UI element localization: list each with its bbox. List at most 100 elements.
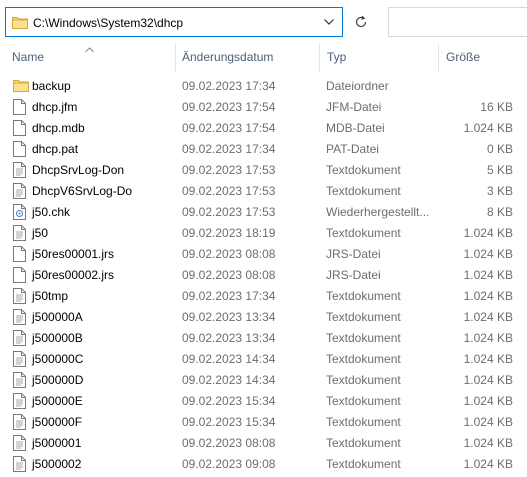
- file-date: 09.02.2023 14:34: [182, 373, 276, 387]
- text-file-icon: [13, 393, 26, 409]
- file-name[interactable]: j5000002: [32, 454, 81, 475]
- file-name[interactable]: j50res00001.jrs: [32, 244, 114, 265]
- file-row[interactable]: dhcp.jfm 09.02.2023 17:54 JFM-Datei 16 KB: [0, 97, 527, 118]
- file-date: 09.02.2023 17:53: [182, 184, 276, 198]
- file-name[interactable]: dhcp.jfm: [32, 97, 77, 118]
- file-date: 09.02.2023 08:08: [182, 268, 276, 282]
- file-date: 09.02.2023 17:34: [182, 142, 276, 156]
- file-name[interactable]: j50tmp: [32, 286, 68, 307]
- file-type: Textdokument: [326, 457, 401, 471]
- file-row[interactable]: j5000002 09.02.2023 09:08 Textdokument 1.02…: [0, 454, 527, 475]
- file-name[interactable]: j500000B: [32, 328, 83, 349]
- file-row[interactable]: backup 09.02.2023 17:34 Dateiordner: [0, 76, 527, 97]
- file-row[interactable]: j50 09.02.2023 18:19 Textdokument 1.024 KB: [0, 223, 527, 244]
- file-type: Textdokument: [326, 352, 401, 366]
- file-type: Textdokument: [326, 184, 401, 198]
- file-row[interactable]: j50res00002.jrs 09.02.2023 08:08 JRS-Datei…: [0, 265, 527, 286]
- file-type: Textdokument: [326, 373, 401, 387]
- text-file-icon: [13, 288, 26, 304]
- address-bar[interactable]: C:\Windows\System32\dhcp: [5, 7, 343, 37]
- file-name[interactable]: j50res00002.jrs: [32, 265, 114, 286]
- file-row[interactable]: DhcpV6SrvLog-Do 09.02.2023 17:53 Textdokum…: [0, 181, 527, 202]
- file-type: Wiederhergestellt...: [326, 205, 430, 219]
- file-icon: [13, 120, 26, 136]
- text-file-icon: [13, 162, 26, 178]
- column-name[interactable]: Name: [12, 42, 44, 73]
- file-row[interactable]: dhcp.mdb 09.02.2023 17:54 MDB-Datei 1.024 K…: [0, 118, 527, 139]
- file-size: 5 KB: [486, 163, 513, 177]
- file-name[interactable]: DhcpSrvLog-Don: [32, 160, 124, 181]
- file-name[interactable]: j50.chk: [32, 202, 70, 223]
- address-dropdown-button[interactable]: [316, 8, 342, 36]
- column-type[interactable]: Typ: [327, 42, 346, 73]
- file-row[interactable]: j500000E 09.02.2023 15:34 Textdokument 1.02…: [0, 391, 527, 412]
- column-divider[interactable]: [438, 44, 439, 71]
- file-type: Textdokument: [326, 226, 401, 240]
- column-header: Name Änderungsdatum Typ Größe: [0, 42, 527, 73]
- file-name[interactable]: dhcp.mdb: [32, 118, 85, 139]
- file-name[interactable]: DhcpV6SrvLog-Do: [32, 181, 132, 202]
- file-row[interactable]: DhcpSrvLog-Don 09.02.2023 17:53 Textdokume…: [0, 160, 527, 181]
- file-date: 09.02.2023 08:08: [182, 436, 276, 450]
- file-name[interactable]: dhcp.pat: [32, 139, 78, 160]
- file-date: 09.02.2023 17:34: [182, 79, 276, 93]
- file-type: Textdokument: [326, 436, 401, 450]
- column-divider[interactable]: [175, 44, 176, 71]
- file-row[interactable]: dhcp.pat 09.02.2023 17:34 PAT-Datei 0 KB: [0, 139, 527, 160]
- address-path[interactable]: C:\Windows\System32\dhcp: [33, 16, 183, 30]
- file-row[interactable]: j50.chk 09.02.2023 17:53 Wiederhergestellt…: [0, 202, 527, 223]
- file-size: 1.024 KB: [463, 352, 513, 366]
- text-file-icon: [13, 456, 26, 472]
- file-name[interactable]: j500000E: [32, 391, 83, 412]
- file-name[interactable]: j50: [32, 223, 48, 244]
- file-name[interactable]: j500000A: [32, 307, 83, 328]
- file-row[interactable]: j500000B 09.02.2023 13:34 Textdokument 1.02…: [0, 328, 527, 349]
- file-type: Dateiordner: [326, 79, 389, 93]
- file-size: 0 KB: [486, 142, 513, 156]
- file-size: 1.024 KB: [463, 331, 513, 345]
- file-row[interactable]: j500000D 09.02.2023 14:34 Textdokument 1.02…: [0, 370, 527, 391]
- file-size: 1.024 KB: [463, 457, 513, 471]
- file-name[interactable]: backup: [32, 76, 71, 97]
- file-date: 09.02.2023 09:08: [182, 457, 276, 471]
- file-type: Textdokument: [326, 163, 401, 177]
- file-size: 1.024 KB: [463, 436, 513, 450]
- file-date: 09.02.2023 13:34: [182, 331, 276, 345]
- column-size[interactable]: Größe: [446, 42, 480, 73]
- file-row[interactable]: j500000F 09.02.2023 15:34 Textdokument 1.02…: [0, 412, 527, 433]
- file-row[interactable]: j500000C 09.02.2023 14:34 Textdokument 1.02…: [0, 349, 527, 370]
- text-file-icon: [13, 183, 26, 199]
- file-size: 1.024 KB: [463, 373, 513, 387]
- text-file-icon: [13, 309, 26, 325]
- column-divider[interactable]: [319, 44, 320, 71]
- file-size: 1.024 KB: [463, 226, 513, 240]
- file-row[interactable]: j50tmp 09.02.2023 17:34 Textdokument 1.024 …: [0, 286, 527, 307]
- file-date: 09.02.2023 17:53: [182, 205, 276, 219]
- file-size: 1.024 KB: [463, 121, 513, 135]
- file-explorer-window: C:\Windows\System32\dhcp Name Änderungsd…: [0, 0, 527, 477]
- refresh-icon: [355, 15, 367, 28]
- file-size: 1.024 KB: [463, 268, 513, 282]
- file-type: Textdokument: [326, 331, 401, 345]
- file-row[interactable]: j500000A 09.02.2023 13:34 Textdokument 1.02…: [0, 307, 527, 328]
- file-name[interactable]: j500000C: [32, 349, 83, 370]
- recovered-file-icon: [13, 204, 26, 220]
- file-date: 09.02.2023 14:34: [182, 352, 276, 366]
- folder-icon: [12, 16, 28, 32]
- folder-icon: [13, 78, 29, 94]
- search-input[interactable]: [388, 7, 527, 37]
- file-type: PAT-Datei: [326, 142, 379, 156]
- file-name[interactable]: j5000001: [32, 433, 81, 454]
- file-row[interactable]: j50res00001.jrs 09.02.2023 08:08 JRS-Datei…: [0, 244, 527, 265]
- chevron-down-icon: [324, 19, 334, 25]
- refresh-button[interactable]: [348, 7, 374, 37]
- text-file-icon: [13, 351, 26, 367]
- text-file-icon: [13, 414, 26, 430]
- file-name[interactable]: j500000F: [32, 412, 82, 433]
- file-row[interactable]: j5000001 09.02.2023 08:08 Textdokument 1.02…: [0, 433, 527, 454]
- file-type: JRS-Datei: [326, 247, 381, 261]
- file-name[interactable]: j500000D: [32, 370, 83, 391]
- file-date: 09.02.2023 13:34: [182, 310, 276, 324]
- file-date: 09.02.2023 17:53: [182, 163, 276, 177]
- column-date[interactable]: Änderungsdatum: [182, 42, 273, 73]
